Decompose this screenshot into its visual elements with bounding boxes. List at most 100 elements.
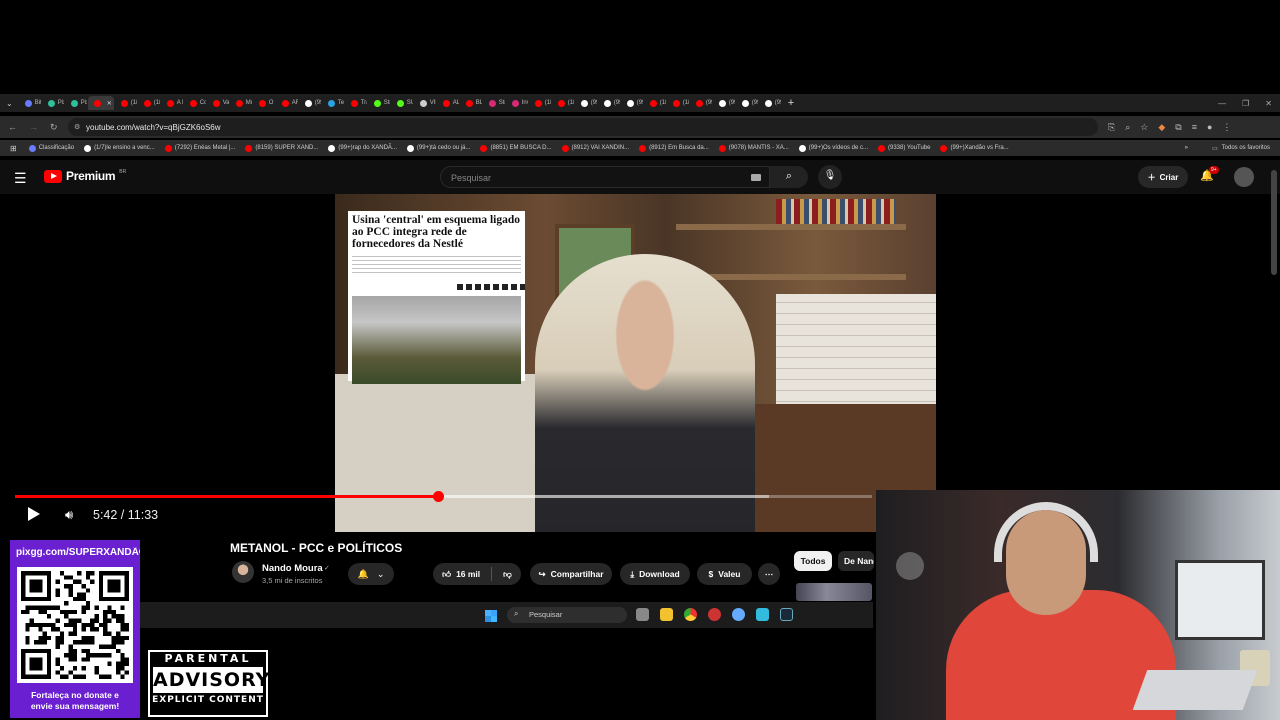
download-button[interactable]: ⤓ Download (620, 563, 690, 585)
bookmark-item[interactable]: (99+)Os vídeos de c... (798, 144, 868, 152)
hamburger-menu-icon[interactable]: ☰ (14, 170, 27, 187)
bookmark-item[interactable]: (8159) SUPER XAND... (245, 144, 318, 152)
thanks-button[interactable]: $ Valeu (697, 563, 752, 585)
browser-tab[interactable]: (99 (713, 96, 735, 110)
bookmark-item[interactable]: (99+)rap do XANDÃ... (328, 144, 397, 152)
keyboard-icon[interactable] (751, 174, 761, 181)
browser-tab[interactable]: Bit (19, 96, 41, 110)
browser-tab[interactable]: Mu (230, 96, 252, 110)
volume-icon[interactable]: 🔊︎ (65, 507, 73, 523)
bookmark-item[interactable]: (1/7)le ensino a venc... (84, 144, 155, 152)
browser-menu-icon[interactable]: ⋮ (1222, 122, 1231, 133)
browser-tab[interactable]: (99 (299, 96, 321, 110)
back-icon[interactable]: ← (8, 122, 17, 133)
profile-avatar-icon[interactable]: ● (1207, 122, 1212, 133)
bookmark-item[interactable]: (99+)Xandão vs Fra... (940, 144, 1009, 152)
close-tab-icon[interactable]: ✕ (107, 100, 112, 107)
steam-icon[interactable] (780, 608, 793, 621)
maximize-icon[interactable]: ❐ (1242, 99, 1249, 108)
browser-tab[interactable]: Co (184, 96, 206, 110)
recommended-thumbnail[interactable] (796, 583, 872, 601)
extension-icon[interactable]: ◆ (1158, 122, 1165, 133)
bookmark-item[interactable]: (8851) EM BUSCA D... (480, 144, 552, 152)
reload-icon[interactable]: ↻ (50, 122, 58, 133)
zoom-icon[interactable]: ⌕ (1125, 122, 1130, 133)
browser-tab[interactable]: Tra (345, 96, 367, 110)
browser-tab[interactable]: (99 (621, 96, 643, 110)
browser-tab[interactable]: (18 (138, 96, 160, 110)
bookmark-item[interactable]: (9078) MANTIS - XA... (718, 144, 789, 152)
browser-tab[interactable]: A F (161, 96, 183, 110)
all-favorites-folder[interactable]: ▭ Todos os favoritos (1212, 145, 1270, 152)
browser-tab[interactable]: (99 (759, 96, 781, 110)
bookmark-item[interactable]: Classificação (28, 144, 74, 152)
bookmark-star-icon[interactable]: ☆ (1140, 122, 1148, 133)
browser-tab[interactable]: Pix (65, 96, 87, 110)
url-field[interactable]: ⚙ youtube.com/watch?v=qBjGZK6oS6w (68, 118, 1098, 136)
bookmark-item[interactable]: (8912) VAI XANDIN... (561, 144, 629, 152)
like-icon[interactable]: 👍︎ (442, 569, 451, 580)
browser-tab[interactable]: (99 (690, 96, 712, 110)
browser-tab[interactable]: (99 (575, 96, 597, 110)
bookmark-item[interactable]: (99+)tá cedo ou já... (406, 144, 470, 152)
browser-tab[interactable]: ✕ (87, 96, 114, 110)
task-view-icon[interactable] (636, 608, 649, 621)
browser-tab[interactable]: Str (483, 96, 505, 110)
video-progress-bar[interactable] (15, 491, 872, 502)
subscription-bell-button[interactable]: 🔔 ⌄ (348, 563, 394, 585)
tab-search-dropdown[interactable]: ⌄ (0, 99, 19, 108)
share-button[interactable]: ↪ Compartilhar (530, 563, 612, 585)
browser-tab[interactable]: (18 (552, 96, 574, 110)
browser-tab[interactable]: (99 (736, 96, 758, 110)
site-info-icon[interactable]: ⚙ (74, 123, 80, 131)
browser-tab[interactable]: (18 (115, 96, 137, 110)
browser-tab[interactable]: Pix (42, 96, 64, 110)
more-actions-button[interactable]: ⋯ (758, 563, 780, 585)
bookmark-item[interactable]: (9338) YouTube (878, 144, 930, 152)
close-icon[interactable]: ✕ (1265, 99, 1272, 108)
windows-start-icon[interactable] (485, 610, 497, 622)
browser-tab[interactable]: (18 (529, 96, 551, 110)
install-icon[interactable]: ⎘ (1108, 122, 1115, 133)
voice-search-button[interactable]: 🎙 (818, 165, 842, 189)
like-count[interactable]: 16 mil (456, 569, 480, 579)
chip-from-channel[interactable]: De Nando Moura (838, 551, 874, 571)
browser-tab[interactable]: VIF (414, 96, 436, 110)
search-button[interactable]: ⌕ (770, 166, 808, 188)
minimize-icon[interactable]: — (1218, 99, 1226, 108)
taskbar-search[interactable]: ⌕ Pesquisar (507, 607, 627, 623)
play-icon[interactable] (28, 507, 40, 521)
account-avatar[interactable] (1234, 167, 1254, 187)
chip-all[interactable]: Todos (794, 551, 832, 571)
browser-tab[interactable]: (18 (667, 96, 689, 110)
video-player[interactable]: Usina 'central' em esquema ligado ao PCC… (335, 194, 936, 532)
channel-avatar[interactable] (232, 561, 254, 583)
create-button[interactable]: ＋ Criar (1138, 166, 1188, 188)
new-tab-button[interactable]: + (788, 97, 794, 109)
apps-grid-icon[interactable]: ⊞ (0, 144, 29, 153)
browser-tab[interactable]: Tel (322, 96, 344, 110)
search-input[interactable]: Pesquisar (440, 166, 770, 188)
channel-name[interactable]: Nando Moura (262, 563, 323, 574)
browser-tab[interactable]: (18 (644, 96, 666, 110)
bookmark-item[interactable]: (8912) Em Busca da... (639, 144, 709, 152)
page-scrollbar[interactable] (1271, 170, 1277, 275)
browser-tab[interactable]: BL (460, 96, 482, 110)
media-icon[interactable]: ≡ (1192, 122, 1197, 133)
youtube-premium-logo[interactable]: Premium BR (44, 169, 126, 183)
forward-icon[interactable]: → (29, 122, 38, 133)
bookmark-item[interactable]: (7292) Enéas Metal |... (164, 144, 235, 152)
dislike-icon[interactable]: 👎︎ (503, 569, 512, 580)
file-explorer-icon[interactable] (660, 608, 673, 621)
browser-tab[interactable]: Inv (506, 96, 528, 110)
browser-tab[interactable]: Vai (207, 96, 229, 110)
photos-icon[interactable] (756, 608, 769, 621)
settings-icon[interactable] (732, 608, 745, 621)
browser-tab[interactable]: (99 (598, 96, 620, 110)
browser-tab[interactable]: O F (253, 96, 275, 110)
browser-tab[interactable]: SU (391, 96, 413, 110)
extensions-puzzle-icon[interactable]: ⧉ (1175, 122, 1181, 133)
browser-tab[interactable]: AL (437, 96, 459, 110)
bookmarks-overflow-icon[interactable]: » (1185, 145, 1188, 151)
chrome-icon[interactable] (684, 608, 697, 621)
